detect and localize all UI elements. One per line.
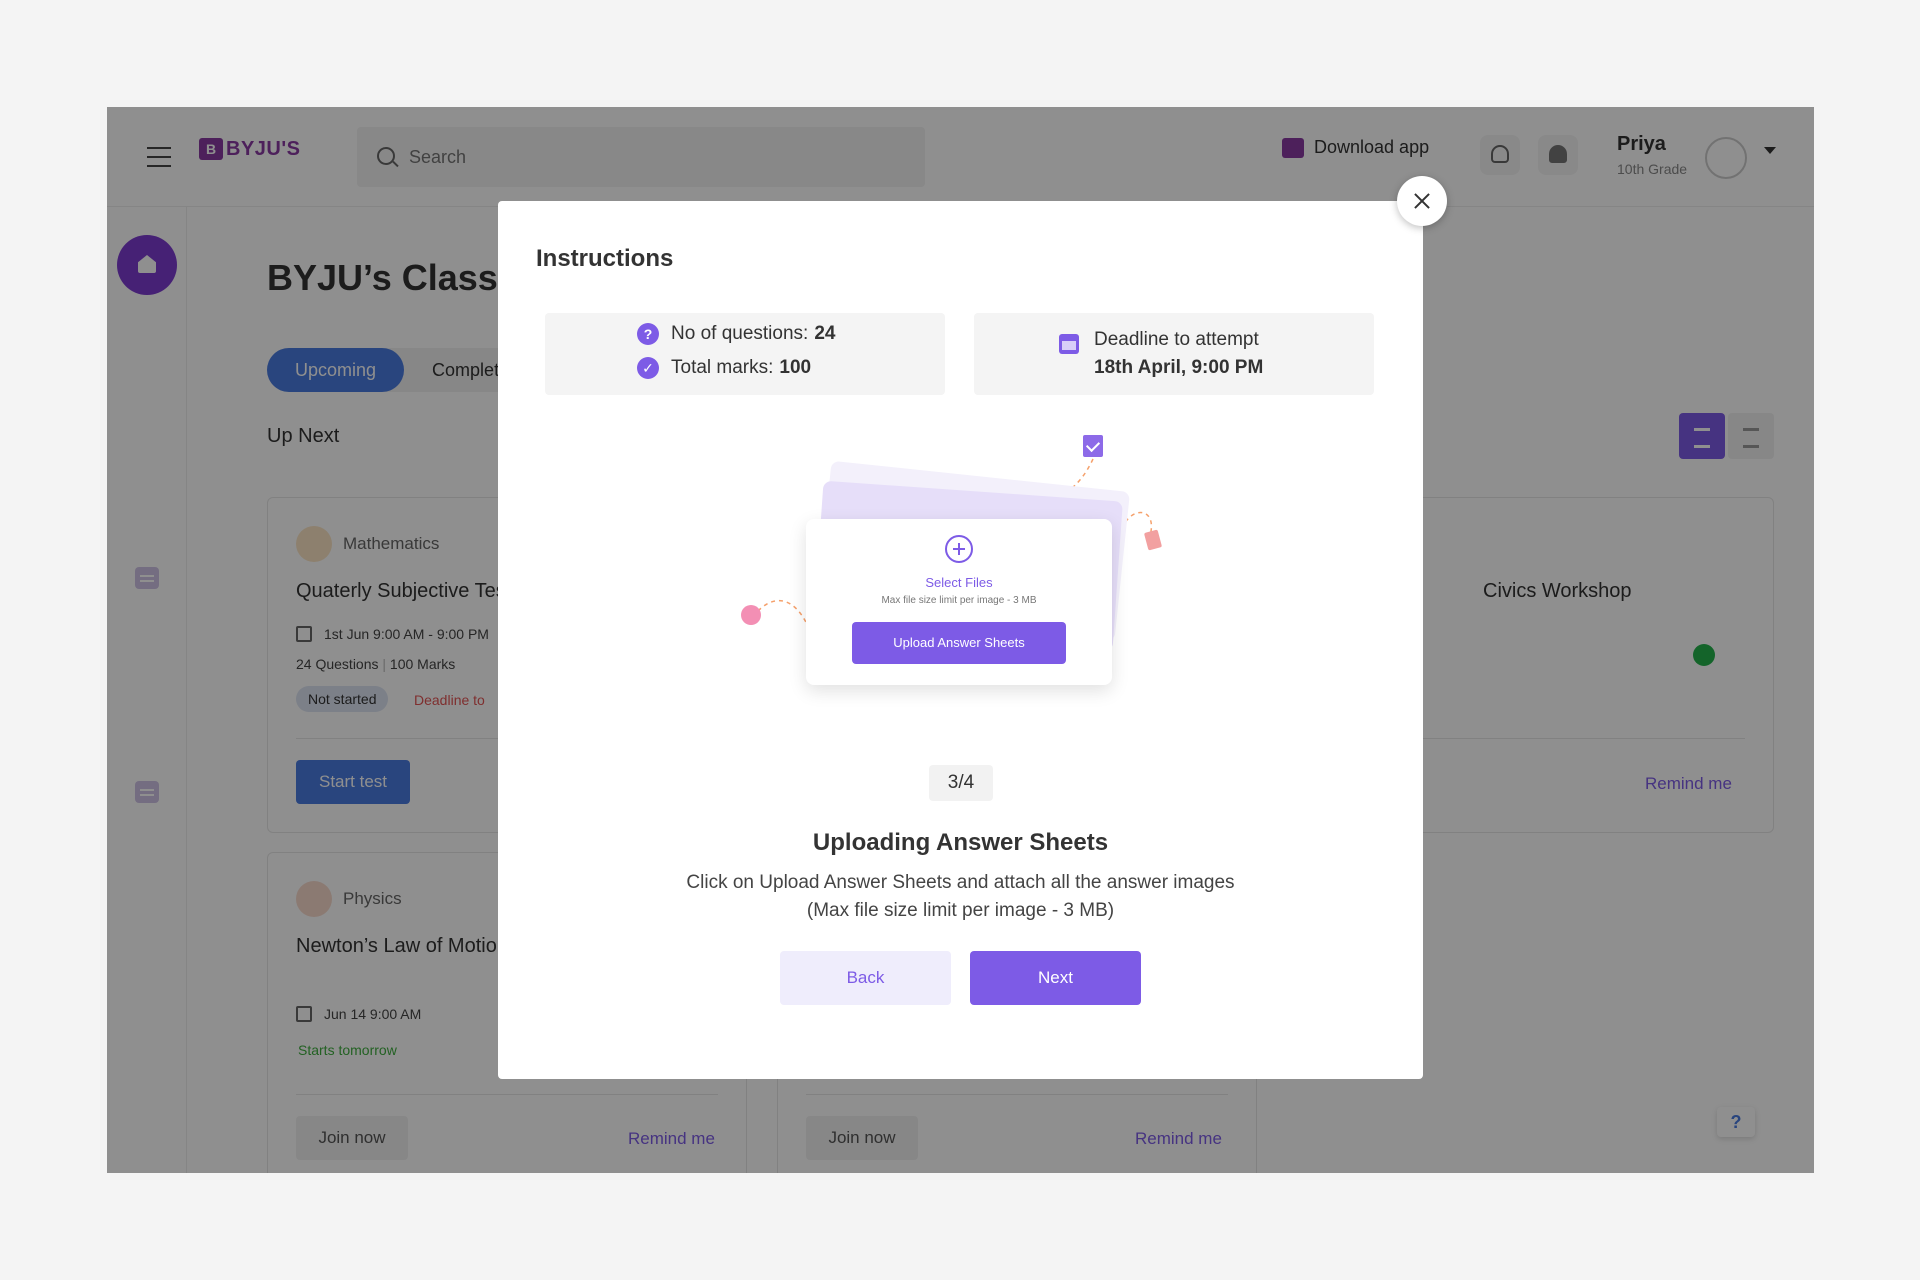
question-icon: ? <box>637 323 659 345</box>
checked-document-icon <box>1083 435 1103 457</box>
modal-title: Instructions <box>536 245 674 272</box>
step-description: Click on Upload Answer Sheets and attach… <box>686 872 1235 921</box>
close-icon[interactable] <box>1397 176 1447 226</box>
upload-illustration: Select Files Max file size limit per ima… <box>718 431 1198 721</box>
image-icon <box>741 605 761 625</box>
step-title: Uploading Answer Sheets <box>812 829 1109 856</box>
instructions-modal: Instructions ? No of questions: 24 ✓ Tot… <box>498 201 1423 1079</box>
questions-row: ? No of questions: 24 <box>637 323 835 345</box>
step-indicator: 3/4 <box>929 765 993 801</box>
calendar-icon <box>1059 334 1079 354</box>
deadline-value: 18th April, 9:00 PM <box>1094 357 1264 378</box>
marks-row: ✓ Total marks: 100 <box>637 357 811 379</box>
marks-value: 100 <box>779 357 812 378</box>
questions-label: No of questions: <box>671 323 809 344</box>
deadline-label: Deadline to attempt <box>1094 329 1259 350</box>
test-info-box: ? No of questions: 24 ✓ Total marks: 100 <box>545 313 945 395</box>
next-button[interactable]: Next <box>970 951 1141 1005</box>
plus-icon <box>945 535 973 563</box>
deadline-box: Deadline to attempt 18th April, 9:00 PM <box>974 313 1374 395</box>
upload-answer-sheets-button: Upload Answer Sheets <box>852 622 1066 664</box>
back-button[interactable]: Back <box>780 951 951 1005</box>
max-size-label: Max file size limit per image - 3 MB <box>881 595 1037 606</box>
upload-card: Select Files Max file size limit per ima… <box>806 519 1112 685</box>
app-window: B BYJU'S Download app Priya 10th Grade B… <box>107 107 1814 1173</box>
marks-label: Total marks: <box>671 357 774 378</box>
select-files-label: Select Files <box>925 575 993 590</box>
check-icon: ✓ <box>637 357 659 379</box>
questions-value: 24 <box>814 323 836 344</box>
